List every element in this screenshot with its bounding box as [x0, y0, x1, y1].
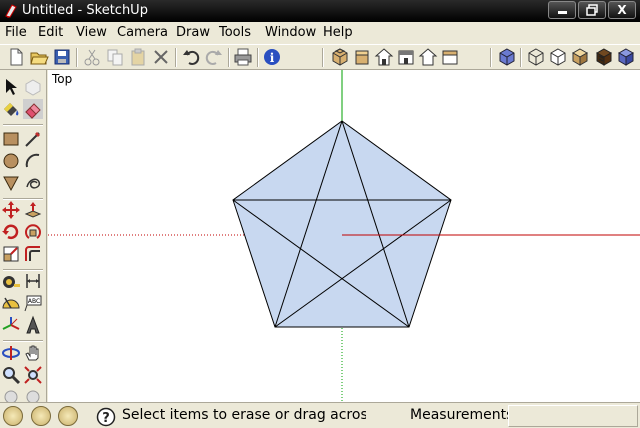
shaded-textures-icon[interactable] — [594, 47, 614, 67]
status-hint: Select items to erase or drag across m — [122, 407, 366, 423]
close-icon: X — [617, 3, 627, 17]
menu-window[interactable]: Window — [265, 25, 316, 41]
copy-icon[interactable] — [105, 47, 125, 67]
credits-icon[interactable] — [31, 406, 51, 426]
menu-camera[interactable]: Camera — [117, 25, 168, 41]
wireframe-icon[interactable] — [526, 47, 546, 67]
iso-view-icon[interactable] — [330, 47, 350, 67]
open-icon[interactable] — [29, 47, 49, 67]
shaded-icon[interactable] — [570, 47, 590, 67]
xray-icon[interactable] — [497, 47, 517, 67]
polygon-icon[interactable] — [1, 173, 21, 193]
menu-help[interactable]: Help — [323, 25, 353, 41]
arc-icon[interactable] — [23, 151, 43, 171]
geo-location-icon[interactable] — [3, 406, 23, 426]
menu-view[interactable]: View — [76, 25, 107, 41]
select-icon[interactable] — [1, 77, 21, 97]
tool-palette: ABC — [0, 70, 47, 404]
main-toolbar: i — [0, 44, 640, 70]
restore-icon — [586, 4, 598, 16]
follow-me-icon[interactable] — [23, 222, 43, 242]
rectangle-icon[interactable] — [1, 129, 21, 149]
pan-icon[interactable] — [23, 343, 43, 363]
model-canvas[interactable] — [48, 70, 640, 402]
top-view-icon[interactable] — [352, 47, 372, 67]
svg-text:?: ? — [102, 411, 110, 426]
text-icon[interactable]: ABC — [23, 293, 43, 313]
print-icon[interactable] — [233, 47, 253, 67]
paint-bucket-icon[interactable] — [1, 99, 21, 119]
window-title: Untitled - SketchUp — [22, 3, 148, 18]
menu-file[interactable]: File — [5, 25, 27, 41]
eraser-icon[interactable] — [23, 99, 43, 119]
axes-icon[interactable] — [1, 315, 21, 335]
sketchup-window: Untitled - SketchUp X File Edit View Cam… — [0, 0, 640, 428]
tape-measure-icon[interactable] — [1, 271, 21, 291]
left-view-icon[interactable] — [440, 47, 460, 67]
status-bar: ? Select items to erase or drag across m… — [0, 402, 640, 428]
minimize-button[interactable] — [548, 1, 576, 19]
offset-icon[interactable] — [23, 244, 43, 264]
cut-icon[interactable] — [82, 47, 102, 67]
minimize-icon — [557, 11, 567, 14]
monochrome-icon[interactable] — [616, 47, 636, 67]
new-icon[interactable] — [6, 47, 26, 67]
front-view-icon[interactable] — [374, 47, 394, 67]
menu-edit[interactable]: Edit — [38, 25, 63, 41]
undo-icon[interactable] — [181, 47, 201, 67]
dimension-icon[interactable] — [23, 271, 43, 291]
model-info-icon[interactable]: i — [262, 47, 282, 67]
paste-icon[interactable] — [128, 47, 148, 67]
make-component-icon[interactable] — [23, 77, 43, 97]
menu-bar: File Edit View Camera Draw Tools Window … — [0, 22, 640, 44]
zoom-extents-icon[interactable] — [23, 365, 43, 385]
scale-icon[interactable] — [1, 244, 21, 264]
menu-tools[interactable]: Tools — [219, 25, 251, 41]
measurements-input[interactable] — [508, 405, 638, 427]
move-icon[interactable] — [1, 200, 21, 220]
restore-button[interactable] — [578, 1, 606, 19]
sketchup-logo-icon — [5, 4, 17, 18]
save-icon[interactable] — [52, 47, 72, 67]
zoom-icon[interactable] — [1, 365, 21, 385]
3d-text-icon[interactable] — [23, 315, 43, 335]
title-bar: Untitled - SketchUp X — [0, 0, 640, 22]
svg-text:ABC: ABC — [28, 298, 40, 305]
erase-icon[interactable] — [151, 47, 171, 67]
redo-icon[interactable] — [204, 47, 224, 67]
back-view-icon[interactable] — [418, 47, 438, 67]
user-status-icon[interactable] — [58, 406, 78, 426]
measurements-label: Measurements — [410, 407, 514, 423]
svg-text:i: i — [270, 51, 275, 65]
circle-icon[interactable] — [1, 151, 21, 171]
hidden-line-icon[interactable] — [548, 47, 568, 67]
push-pull-icon[interactable] — [23, 200, 43, 220]
rotate-icon[interactable] — [1, 222, 21, 242]
orbit-icon[interactable] — [1, 343, 21, 363]
right-view-icon[interactable] — [396, 47, 416, 67]
close-button[interactable]: X — [608, 1, 636, 19]
menu-draw[interactable]: Draw — [176, 25, 210, 41]
line-icon[interactable] — [23, 129, 43, 149]
protractor-icon[interactable] — [1, 293, 21, 313]
freehand-icon[interactable] — [23, 173, 43, 193]
help-icon[interactable]: ? — [96, 407, 116, 427]
drawing-viewport[interactable]: Top — [48, 70, 640, 402]
